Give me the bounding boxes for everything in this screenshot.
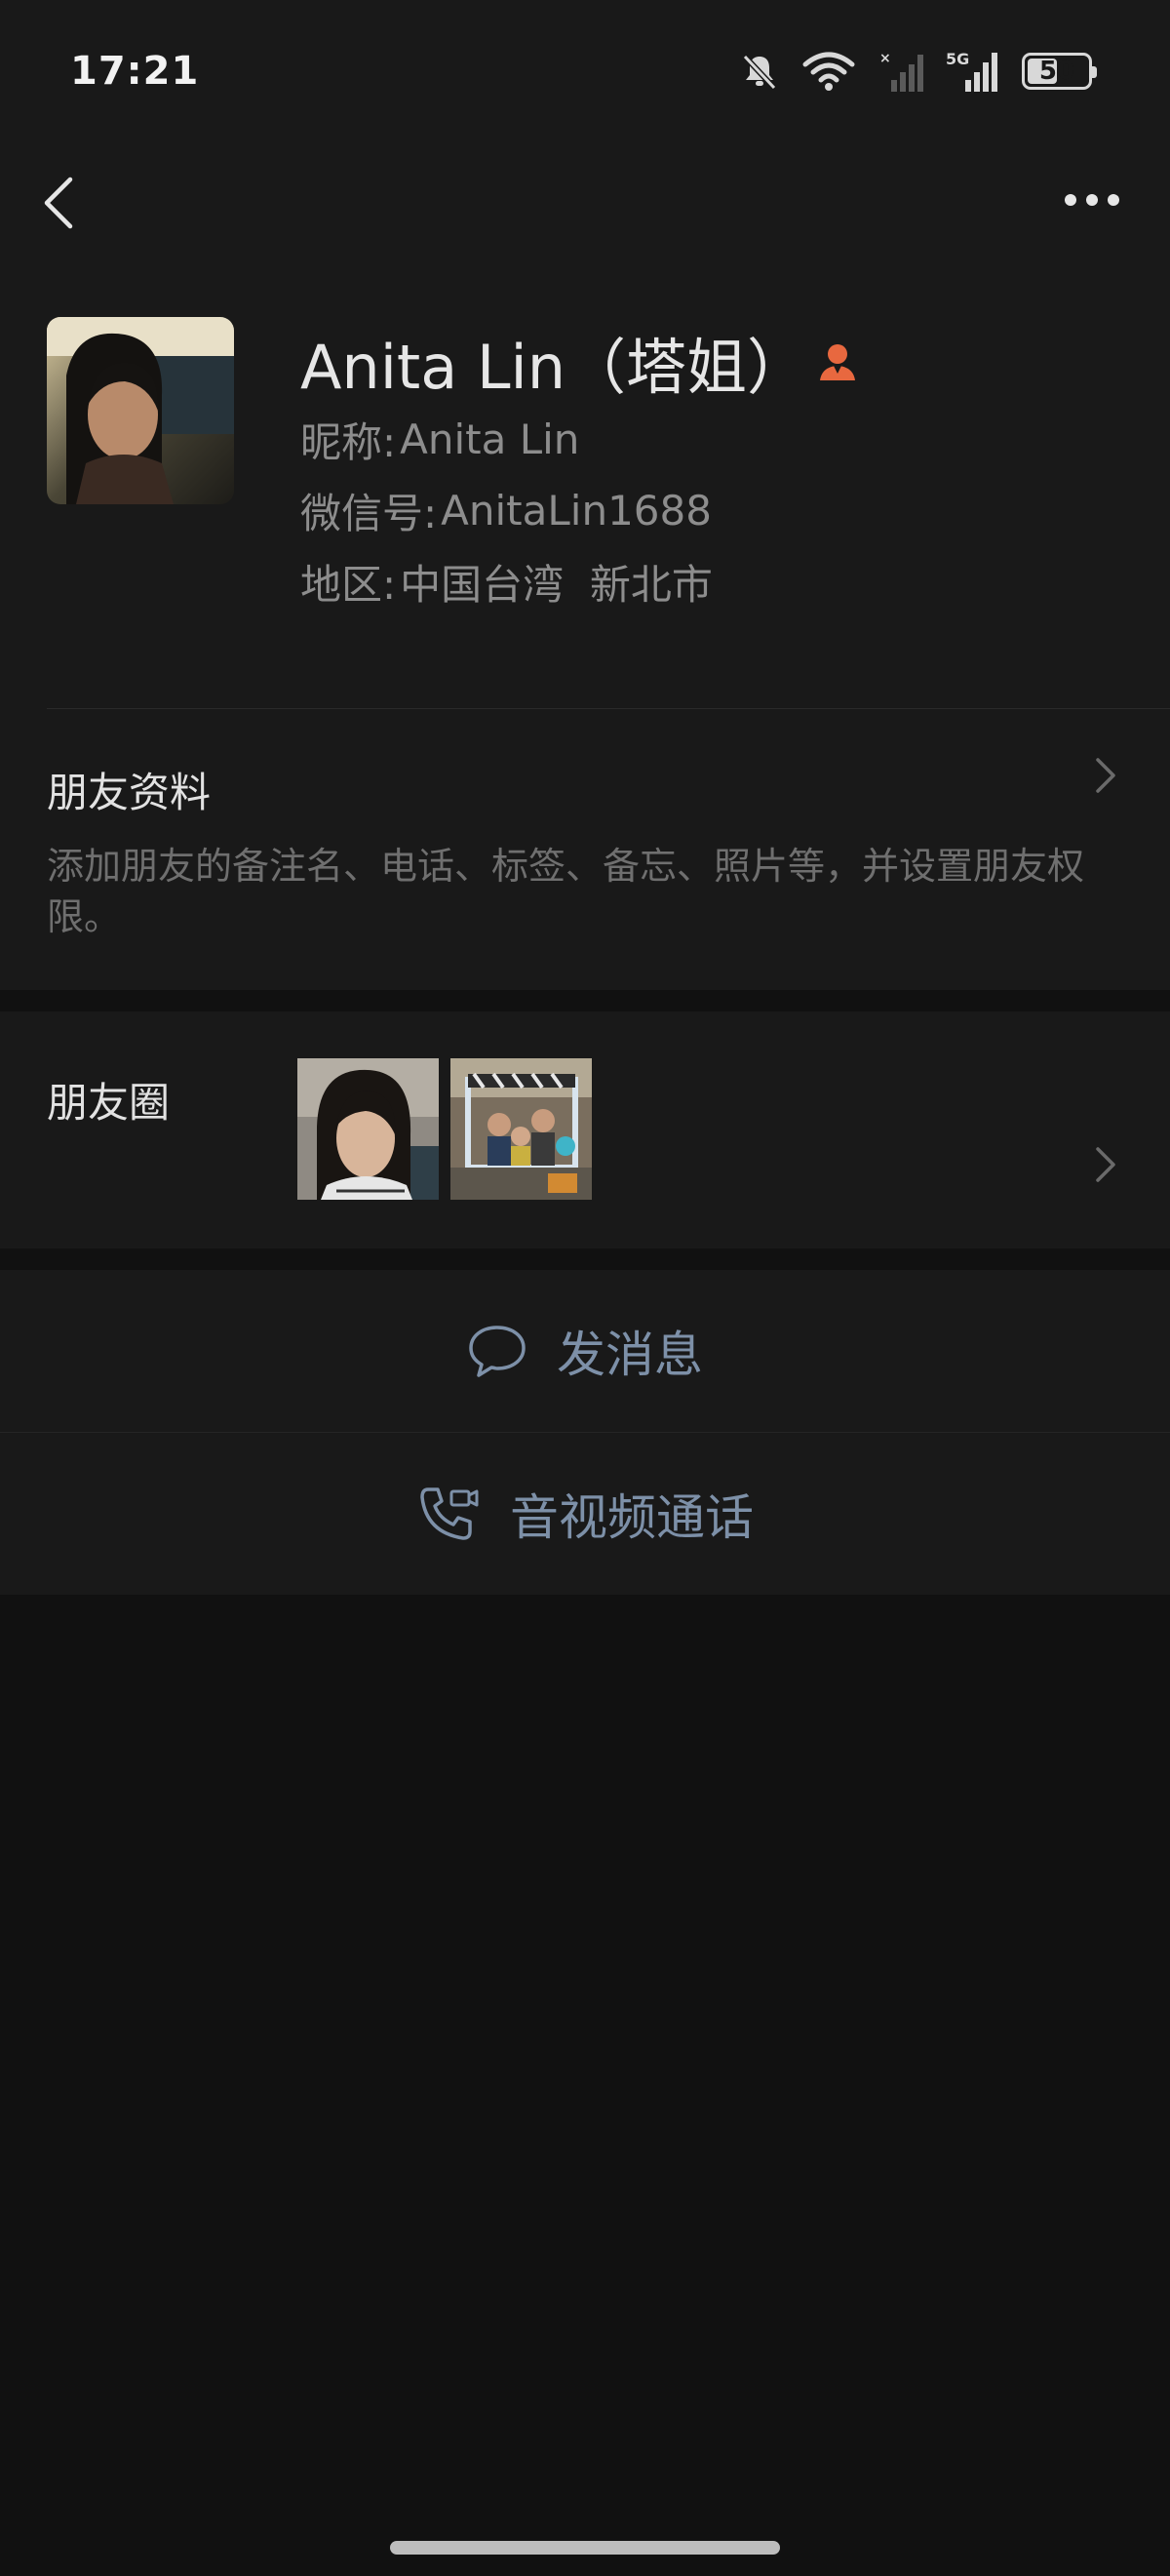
nickname-row: 昵称: Anita Lin <box>300 404 862 475</box>
chevron-right-icon <box>1096 758 1115 793</box>
wechat-id-row: 微信号: AnitaLin1688 <box>300 475 862 546</box>
status-time: 17:21 <box>70 49 200 94</box>
battery-level: 50 <box>1038 57 1075 86</box>
audio-video-call-button[interactable]: 音视频通话 <box>0 1433 1170 1595</box>
moments-row[interactable]: 朋友圈 <box>0 1011 1170 1248</box>
region-value: 中国台湾 新北市 <box>400 561 713 609</box>
friend-profile-row[interactable]: 朋友资料 添加朋友的备注名、电话、标签、备忘、照片等，并设置朋友权限。 <box>0 709 1170 990</box>
send-message-label: 发消息 <box>557 1327 703 1383</box>
signal-5g-icon: 5G <box>946 49 1000 94</box>
nickname-label: 昵称: <box>300 418 397 466</box>
status-bar: 17:21 × 5G 50 <box>0 0 1170 146</box>
moments-title: 朋友圈 <box>47 1079 171 1127</box>
battery-tip <box>1092 66 1097 78</box>
more-dots-icon <box>1065 194 1119 206</box>
chevron-right-icon <box>1096 1147 1115 1182</box>
nickname-value: Anita Lin <box>400 416 580 463</box>
wechat-id-value[interactable]: AnitaLin1688 <box>441 487 712 535</box>
friend-profile-description: 添加朋友的备注名、电话、标签、备忘、照片等，并设置朋友权限。 <box>47 845 1085 938</box>
contact-person-icon <box>813 337 862 386</box>
status-icons: × 5G 50 <box>739 47 1097 96</box>
profile-info: Anita Lin（塔姐） 昵称: Anita Lin 微信号: AnitaLi… <box>300 320 862 617</box>
section-gap <box>0 1248 1170 1270</box>
display-name: Anita Lin（塔姐） <box>300 332 808 403</box>
chat-bubble-icon <box>469 1326 526 1377</box>
region-row: 地区: 中国台湾 新北市 <box>300 546 862 617</box>
name-row: Anita Lin（塔姐） <box>300 320 862 404</box>
no-signal-sim2-icon: × <box>878 49 924 94</box>
region-label: 地区: <box>300 561 397 609</box>
moments-thumbnails <box>297 1058 592 1200</box>
svg-text:×: × <box>879 51 891 66</box>
wechat-id-label: 微信号: <box>300 490 438 537</box>
audio-video-call-label: 音视频通话 <box>510 1489 754 1546</box>
moments-thumbnail <box>450 1058 592 1200</box>
home-indicator[interactable] <box>390 2541 780 2555</box>
friend-profile-title: 朋友资料 <box>47 769 212 816</box>
moments-thumbnail <box>297 1058 439 1200</box>
header-nav <box>0 146 1170 254</box>
profile-header: Anita Lin（塔姐） 昵称: Anita Lin 微信号: AnitaLi… <box>0 254 1170 709</box>
send-message-button[interactable]: 发消息 <box>0 1270 1170 1432</box>
contact-profile-page: 17:21 × 5G 50 Anita Lin（塔姐） 昵称: Anita Li… <box>0 0 1170 2576</box>
svg-text:5G: 5G <box>946 50 969 68</box>
phone-video-icon <box>420 1487 479 1540</box>
avatar[interactable] <box>47 317 234 504</box>
section-gap <box>0 990 1170 1011</box>
mute-bell-icon <box>739 51 780 92</box>
battery-icon: 50 <box>1022 53 1097 90</box>
back-button[interactable] <box>35 166 94 234</box>
more-button[interactable] <box>1053 171 1131 229</box>
chevron-left-icon <box>44 177 73 229</box>
wifi-icon <box>801 51 856 92</box>
